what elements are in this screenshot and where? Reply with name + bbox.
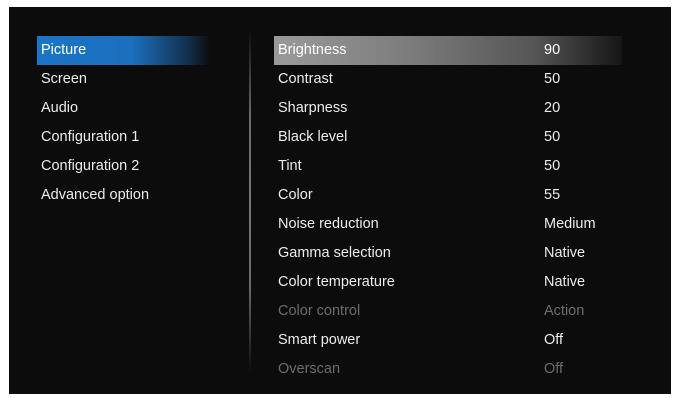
setting-value: Action xyxy=(544,303,585,319)
setting-value: 20 xyxy=(544,100,561,116)
menu-item-audio[interactable]: Audio xyxy=(37,94,210,123)
setting-contrast[interactable]: Contrast 50 xyxy=(274,65,622,94)
setting-value: 50 xyxy=(544,71,561,87)
setting-black-level[interactable]: Black level 50 xyxy=(274,123,622,152)
setting-label: Smart power xyxy=(278,332,361,348)
setting-label: Overscan xyxy=(278,361,341,377)
setting-brightness[interactable]: Brightness 90 xyxy=(274,36,622,65)
menu-item-configuration-2[interactable]: Configuration 2 xyxy=(37,152,210,181)
setting-overscan: Overscan Off xyxy=(274,355,622,384)
setting-label: Sharpness xyxy=(278,100,348,116)
menu-divider xyxy=(249,29,251,373)
setting-value: Medium xyxy=(544,216,596,232)
setting-label: Contrast xyxy=(278,71,333,87)
menu-item-screen[interactable]: Screen xyxy=(37,65,210,94)
setting-color-control: Color control Action xyxy=(274,297,622,326)
setting-value: Off xyxy=(544,361,564,377)
menu-item-advanced-option[interactable]: Advanced option xyxy=(37,181,210,210)
setting-label: Brightness xyxy=(278,42,347,58)
osd-menu-panel: Picture Screen Audio Configuration 1 Con… xyxy=(9,7,671,394)
setting-value: 50 xyxy=(544,158,561,174)
setting-label: Color temperature xyxy=(278,274,395,290)
setting-color-temperature[interactable]: Color temperature Native xyxy=(274,268,622,297)
setting-value: 90 xyxy=(544,42,561,58)
setting-noise-reduction[interactable]: Noise reduction Medium xyxy=(274,210,622,239)
setting-value: 50 xyxy=(544,129,561,145)
setting-color[interactable]: Color 55 xyxy=(274,181,622,210)
setting-label: Tint xyxy=(278,158,302,174)
main-menu: Picture Screen Audio Configuration 1 Con… xyxy=(37,36,210,210)
setting-value: 55 xyxy=(544,187,561,203)
menu-item-configuration-1[interactable]: Configuration 1 xyxy=(37,123,210,152)
setting-tint[interactable]: Tint 50 xyxy=(274,152,622,181)
setting-value: Off xyxy=(544,332,564,348)
setting-value: Native xyxy=(544,274,586,290)
setting-label: Gamma selection xyxy=(278,245,391,261)
setting-label: Noise reduction xyxy=(278,216,379,232)
setting-label: Color control xyxy=(278,303,361,319)
setting-value: Native xyxy=(544,245,586,261)
setting-label: Black level xyxy=(278,129,348,145)
menu-item-picture[interactable]: Picture xyxy=(37,36,210,65)
setting-smart-power[interactable]: Smart power Off xyxy=(274,326,622,355)
setting-label: Color xyxy=(278,187,313,203)
setting-sharpness[interactable]: Sharpness 20 xyxy=(274,94,622,123)
setting-gamma-selection[interactable]: Gamma selection Native xyxy=(274,239,622,268)
picture-settings-list: Brightness 90 Contrast 50 Sharpness 20 B… xyxy=(274,36,622,384)
